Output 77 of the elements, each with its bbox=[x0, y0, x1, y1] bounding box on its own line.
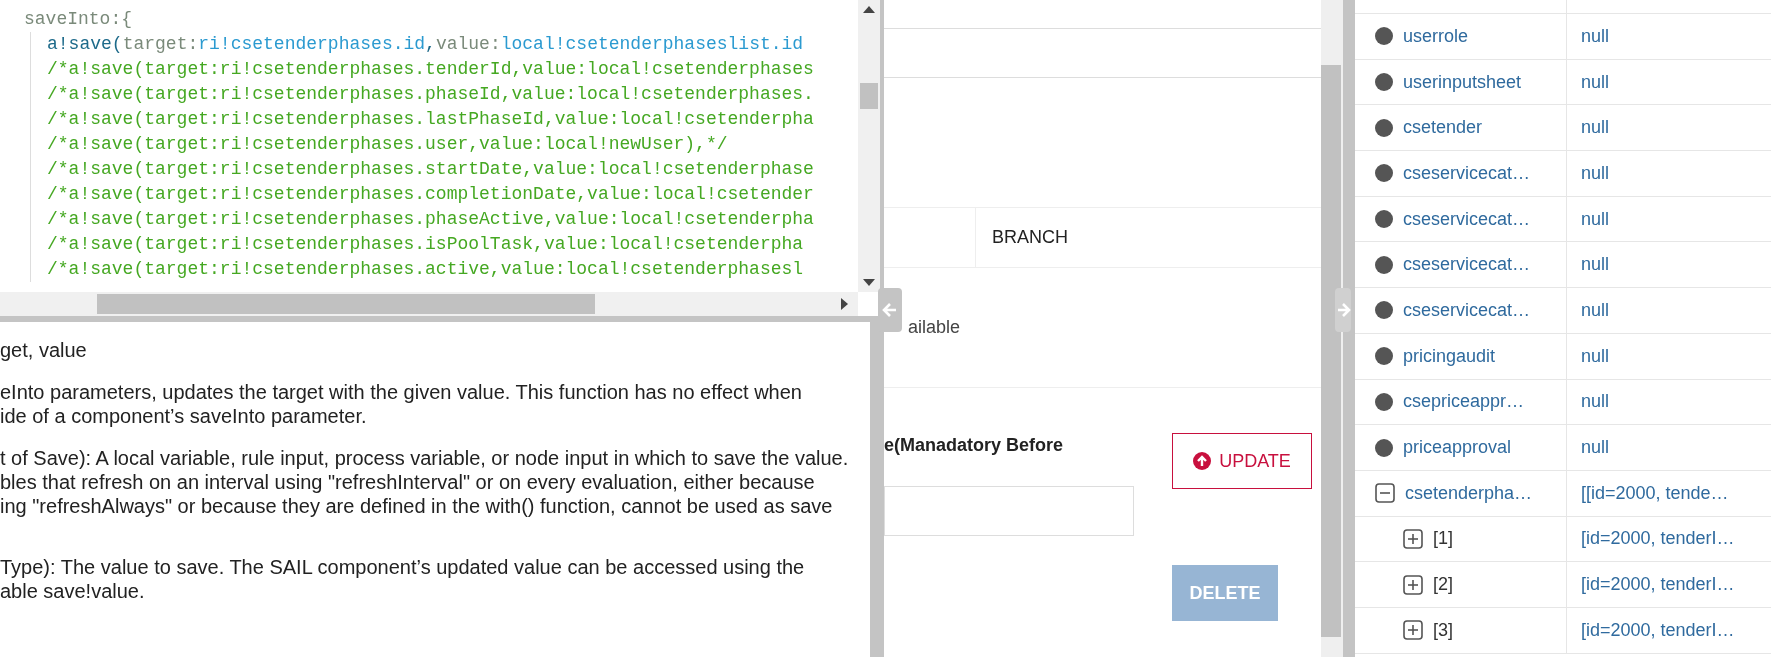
vertical-scrollbar[interactable] bbox=[858, 0, 880, 292]
status-text: ailable bbox=[908, 316, 961, 339]
variable-name: pricingaudit bbox=[1403, 344, 1496, 368]
code-token: ri!csetenderphases.id bbox=[198, 33, 426, 56]
variable-value: [id=2000, tenderI… bbox=[1581, 618, 1735, 642]
code-token: /*a!save(target:ri!csetenderphases.user,value:local!newUser),*/ bbox=[47, 133, 728, 156]
variable-value: [id=2000, tenderI… bbox=[1581, 573, 1735, 597]
dot-icon bbox=[1375, 255, 1393, 274]
code-token: /*a!save(target:ri!csetenderphases.phaseId,value:local!csetenderphases. bbox=[47, 83, 814, 106]
plus-box-icon[interactable] bbox=[1403, 620, 1423, 641]
help-text: ing "refreshAlways" or because they are defined in the with() function, cannot be used as save bbox=[0, 494, 834, 518]
update-button[interactable]: UPDATE bbox=[1172, 433, 1312, 489]
expand-handle-icon[interactable] bbox=[1335, 288, 1351, 332]
dot-icon bbox=[1375, 164, 1393, 183]
variable-name: [3] bbox=[1433, 618, 1453, 642]
variable-name: csetender bbox=[1403, 116, 1483, 140]
code-token: /*a!save(target:ri!csetenderphases.phaseActive,value:local!csetenderpha bbox=[47, 208, 814, 231]
variable-name: cseservicecat… bbox=[1403, 207, 1531, 231]
variable-value: null bbox=[1581, 70, 1610, 94]
variable-name: userrole bbox=[1403, 24, 1469, 48]
variable-value: [id=2000, tenderI… bbox=[1581, 527, 1735, 551]
variable-value: null bbox=[1581, 344, 1610, 368]
variable-value: null bbox=[1581, 436, 1610, 460]
variable-name: csetenderpha… bbox=[1405, 481, 1533, 505]
help-text: able save!value. bbox=[0, 579, 146, 603]
dot-icon bbox=[1375, 301, 1393, 320]
code-token: /*a!save(target:ri!csetenderphases.lastPhaseId,value:local!csetenderpha bbox=[47, 108, 814, 131]
variable-value: null bbox=[1581, 24, 1610, 48]
variable-name: csepriceappr… bbox=[1403, 390, 1525, 414]
variable-name: cseservicecat… bbox=[1403, 253, 1531, 277]
dot-icon bbox=[1375, 118, 1393, 137]
variable-value: null bbox=[1581, 298, 1610, 322]
horizontal-scrollbar[interactable] bbox=[0, 292, 858, 316]
vertical-scrollbar[interactable] bbox=[1321, 0, 1343, 657]
collapse-handle-icon[interactable] bbox=[878, 288, 902, 332]
help-text: ide of a component’s saveInto parameter. bbox=[0, 404, 368, 428]
code-token: /*a!save(target:ri!csetenderphases.startDate,value:local!csetenderphase bbox=[47, 158, 814, 181]
field-label: e(Manadatory Before bbox=[884, 434, 1065, 457]
variable-name: userinputsheet bbox=[1403, 70, 1522, 94]
dot-icon bbox=[1375, 210, 1393, 229]
code-token: value: bbox=[435, 33, 501, 56]
dot-icon bbox=[1375, 392, 1393, 411]
help-text: get, value bbox=[0, 338, 88, 362]
minus-box-icon[interactable] bbox=[1375, 483, 1395, 504]
help-text: eInto parameters, updates the target with the given value. This function has no effect when bbox=[0, 380, 803, 404]
input-field[interactable] bbox=[884, 486, 1134, 536]
help-text: bles that refresh on an interval using "refreshInterval" or on every evaluation, either because bbox=[0, 470, 816, 494]
dot-icon bbox=[1375, 73, 1393, 92]
upload-icon bbox=[1193, 452, 1212, 470]
plus-box-icon[interactable] bbox=[1403, 574, 1423, 595]
variable-name: cseservicecat… bbox=[1403, 298, 1531, 322]
variable-name: priceapproval bbox=[1403, 436, 1512, 460]
help-text: t of Save): A local variable, rule input, process variable, or node input in which to save the value. bbox=[0, 446, 850, 470]
table-cell-text: BRANCH bbox=[992, 226, 1068, 249]
code-token: /*a!save(target:ri!csetenderphases.active,value:local!csetenderphasesl bbox=[47, 258, 804, 281]
code-token: saveInto:{ bbox=[24, 8, 133, 31]
code-token: a!save( bbox=[47, 33, 123, 56]
variable-value: null bbox=[1581, 253, 1610, 277]
variable-value: [[id=2000, tende… bbox=[1581, 481, 1729, 505]
code-token: target: bbox=[122, 33, 199, 56]
variable-name: cseservicecat… bbox=[1403, 161, 1531, 185]
variable-name: [1] bbox=[1433, 527, 1453, 551]
variable-value: null bbox=[1581, 390, 1610, 414]
variable-value: null bbox=[1581, 161, 1610, 185]
code-token: /*a!save(target:ri!csetenderphases.tenderId,value:local!csetenderphases bbox=[47, 58, 814, 81]
dot-icon bbox=[1375, 347, 1393, 366]
dot-icon bbox=[1375, 27, 1393, 46]
variable-name: [2] bbox=[1433, 573, 1453, 597]
help-text: Type): The value to save. The SAIL component’s updated value can be accessed using the bbox=[0, 555, 806, 579]
code-token: , bbox=[425, 33, 436, 56]
code-token: local!csetenderphaseslist.id bbox=[500, 33, 804, 56]
code-token: /*a!save(target:ri!csetenderphases.completionDate,value:local!csetender bbox=[47, 183, 814, 206]
variable-value: null bbox=[1581, 116, 1610, 140]
variable-value: null bbox=[1581, 207, 1610, 231]
dot-icon bbox=[1375, 438, 1393, 457]
plus-box-icon[interactable] bbox=[1403, 528, 1423, 549]
code-token: /*a!save(target:ri!csetenderphases.isPoolTask,value:local!csetenderpha bbox=[47, 233, 804, 256]
